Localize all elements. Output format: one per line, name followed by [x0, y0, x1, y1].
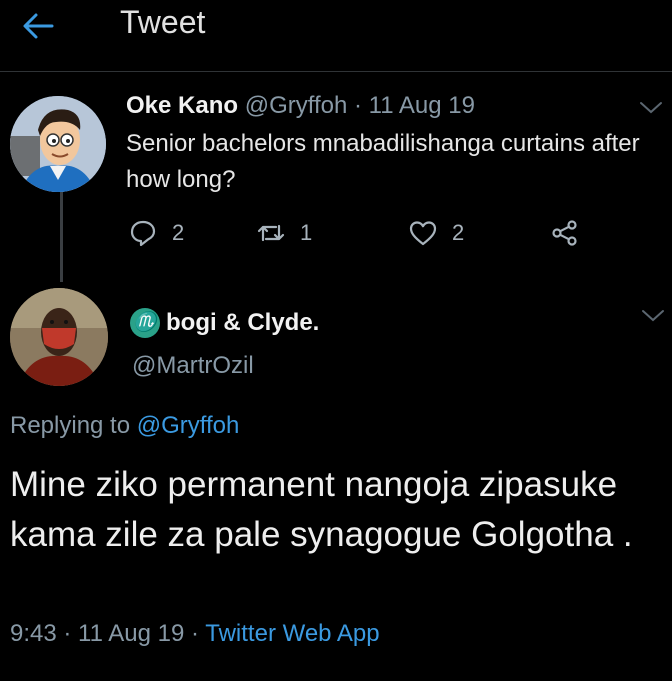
- retweet-button[interactable]: 1: [256, 218, 312, 248]
- reply-text: Mine ziko permanent nangoja zipasuke kam…: [10, 465, 633, 554]
- display-name[interactable]: Oke Kano: [126, 92, 238, 119]
- like-button[interactable]: 2: [408, 218, 464, 248]
- share-icon: [552, 220, 577, 246]
- tweet-text: Senior bachelors mnabadilishanga curtain…: [126, 130, 640, 193]
- thread-connector: [60, 190, 63, 282]
- ophiuchus-emoji-icon: ♏: [130, 308, 160, 338]
- page-title: Tweet: [120, 4, 206, 40]
- retweet-count: 1: [300, 220, 313, 245]
- tweet-header: Oke Kano @Gryffoh · 11 Aug 19: [126, 92, 475, 120]
- source-app-link[interactable]: Twitter Web App: [205, 620, 379, 647]
- like-count: 2: [452, 220, 465, 245]
- retweet-icon: [257, 224, 285, 242]
- replying-to-link[interactable]: @Gryffoh: [137, 412, 240, 439]
- reply-button[interactable]: 2: [128, 218, 184, 248]
- avatar-martrozil[interactable]: [10, 288, 108, 386]
- heart-icon: [409, 221, 437, 246]
- replying-to-line: Replying to @Gryffoh: [10, 412, 239, 440]
- reply-name-text: bogi & Clyde.: [166, 309, 320, 336]
- arrow-left-icon[interactable]: [18, 6, 58, 46]
- share-button[interactable]: [550, 218, 580, 248]
- timestamp: 9:43 · 11 Aug 19 ·: [10, 620, 200, 647]
- chevron-down-icon[interactable]: [640, 308, 666, 324]
- reply-icon: [130, 220, 156, 247]
- tweet-footer: 9:43 · 11 Aug 19 · Twitter Web App: [10, 620, 380, 648]
- handle-and-date: @Gryffoh · 11 Aug 19: [244, 92, 475, 119]
- reply-count: 2: [172, 220, 185, 245]
- reply-handle[interactable]: @MartrOzil: [132, 352, 254, 380]
- replying-prefix: Replying to: [10, 412, 131, 439]
- top-bar: Tweet: [0, 0, 672, 72]
- avatar-oke-kano[interactable]: [10, 96, 106, 192]
- chevron-down-icon[interactable]: [638, 100, 664, 116]
- reply-display-name[interactable]: ♏ bogi & Clyde.: [130, 308, 319, 338]
